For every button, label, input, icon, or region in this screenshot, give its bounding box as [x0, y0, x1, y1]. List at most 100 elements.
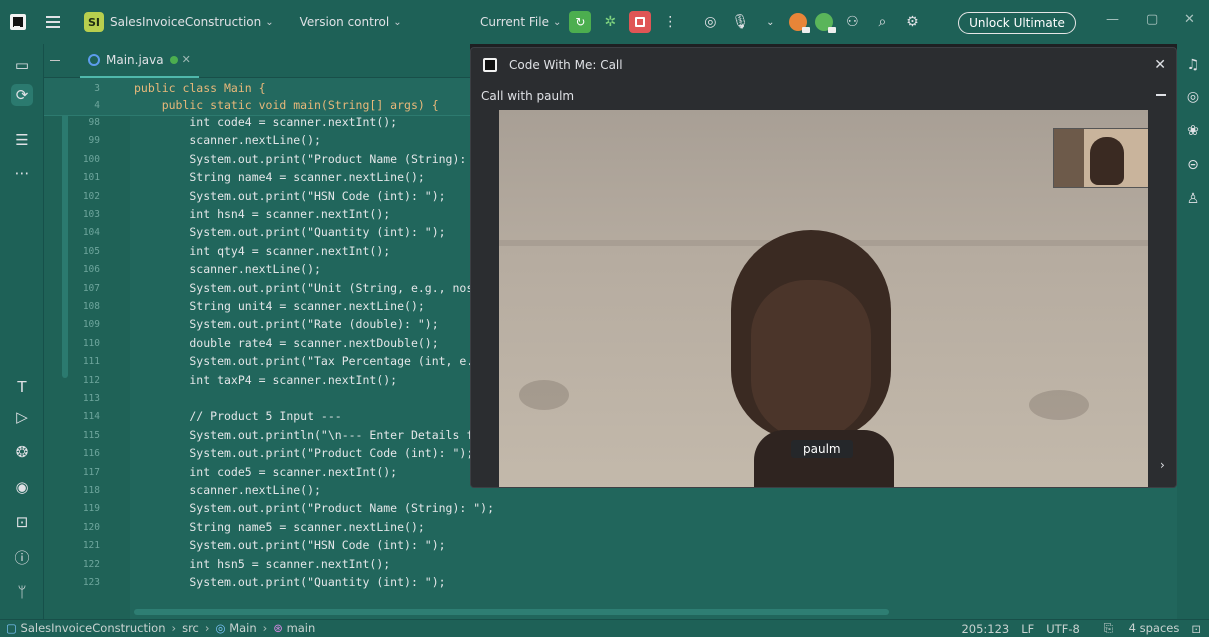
line-number: 113 — [82, 393, 100, 404]
breadcrumb-src[interactable]: src — [182, 621, 199, 635]
code-with-me-icon[interactable]: ◎ — [699, 11, 721, 33]
line-number: 123 — [82, 577, 100, 588]
status-bar: ▢ SalesInvoiceConstruction › src › ◎ Mai… — [0, 619, 1209, 637]
line-number: 102 — [82, 190, 100, 202]
module-icon: ▢ — [6, 621, 21, 635]
caret-position[interactable]: 205:123 — [961, 622, 1009, 636]
indent-setting[interactable]: ⎘ 4 spaces — [1092, 621, 1180, 636]
line-number: 121 — [82, 540, 100, 552]
line-number: 108 — [82, 301, 100, 312]
stop-icon — [635, 17, 646, 27]
code-text: double rate4 = scanner.nextDouble(); — [134, 335, 439, 350]
structure-icon[interactable]: ☰ — [11, 129, 33, 151]
method-icon: ⊛ — [273, 621, 287, 635]
add-user-icon[interactable]: ♙ — [1182, 188, 1204, 210]
unlock-ultimate-button[interactable]: Unlock Ultimate — [958, 12, 1076, 34]
code-text: // Product 5 Input --- — [134, 409, 342, 424]
ai-assistant-icon[interactable]: ◎ — [1182, 86, 1204, 108]
add-user-icon[interactable]: ⚇ — [841, 11, 863, 33]
status-indicators: 205:123 LF UTF-8 ⎘ 4 spaces ⊡ — [949, 621, 1201, 636]
wall-stain — [519, 380, 569, 410]
minimize-icon[interactable] — [1156, 94, 1166, 96]
minimize-icon[interactable]: — — [1106, 12, 1119, 27]
version-control-menu[interactable]: Version control ⌄ — [300, 15, 402, 29]
line-separator[interactable]: LF — [1021, 622, 1034, 636]
debug-icon[interactable]: ✲ — [599, 11, 621, 33]
line-number: 118 — [82, 485, 100, 496]
line-number: 114 — [82, 411, 100, 423]
close-icon[interactable]: ✕ — [1184, 12, 1195, 27]
code-text: String name4 = scanner.nextLine(); — [134, 170, 425, 185]
remote-participant-face — [751, 280, 871, 440]
line-number: 122 — [82, 558, 100, 570]
search-icon[interactable]: ⌕ — [871, 11, 893, 33]
close-icon[interactable]: ✕ — [1154, 57, 1166, 73]
lock-icon[interactable]: ⊡ — [1191, 622, 1201, 636]
run-config-label: Current File — [480, 15, 549, 29]
code-text: int hsn4 = scanner.nextInt(); — [134, 207, 391, 221]
breadcrumb-class[interactable]: Main — [229, 621, 256, 635]
project-selector[interactable]: SalesInvoiceConstruction ⌄ — [110, 15, 274, 29]
code-line[interactable]: 123 System.out.print("Quantity (int): ")… — [44, 574, 1177, 592]
intellij-logo-icon[interactable] — [10, 14, 26, 30]
project-badge[interactable]: SI — [84, 12, 104, 32]
code-text: System.out.print("Quantity (int): "); — [134, 225, 446, 240]
breadcrumb-method[interactable]: main — [287, 621, 316, 635]
self-view-person — [1090, 137, 1124, 185]
stop-button[interactable] — [629, 11, 652, 33]
editor-tab-bar: Main.java ✕ — [44, 44, 470, 78]
avatar[interactable] — [789, 13, 811, 33]
horizontal-scrollbar[interactable] — [134, 609, 889, 615]
tab-main-java[interactable]: Main.java ✕ — [80, 44, 199, 78]
avatar[interactable] — [815, 13, 837, 33]
chevron-right-icon[interactable]: › — [1160, 458, 1165, 472]
code-text: System.out.print("HSN Code (int): "); — [134, 538, 446, 553]
chevron-down-icon[interactable]: ⌄ — [759, 11, 781, 33]
call-header: Code With Me: Call — [471, 48, 1176, 82]
file-encoding[interactable]: UTF-8 — [1046, 622, 1080, 636]
right-tool-strip: ♫ ◎ ❀ ⊝ ♙ — [1177, 44, 1209, 619]
microphone-icon[interactable]: 🎙︎ — [729, 11, 751, 33]
code-line[interactable]: 120 String name5 = scanner.nextLine(); — [44, 519, 1177, 537]
code-line[interactable]: 121 System.out.print("HSN Code (int): ")… — [44, 537, 1177, 555]
collapse-icon[interactable] — [50, 59, 60, 62]
text-tool-icon[interactable]: T — [11, 376, 33, 398]
left-tool-strip: ▭ ⟳ ☰ ⋯ T ▷ ❂ ◉ ⊡ ⓘ ᛘ — [0, 44, 44, 619]
breadcrumb-project[interactable]: SalesInvoiceConstruction — [21, 621, 166, 635]
code-text: System.out.print("Quantity (int): "); — [134, 575, 446, 589]
problems-icon[interactable]: ⓘ — [11, 546, 33, 568]
line-number: 3 — [94, 83, 100, 94]
run-config-selector[interactable]: Current File ⌄ — [480, 15, 561, 29]
more-tools-icon[interactable]: ⋯ — [11, 162, 33, 184]
terminal-icon[interactable]: ⊡ — [11, 511, 33, 533]
code-line[interactable]: 122 int hsn5 = scanner.nextInt(); — [44, 556, 1177, 574]
code-text: System.out.print("Product Code (int): ")… — [134, 446, 474, 461]
main-menu-icon[interactable] — [46, 16, 60, 28]
gear-icon[interactable]: ⚙ — [901, 11, 923, 33]
version-control-label: Version control — [299, 15, 390, 29]
run-icon[interactable]: ▷ — [11, 406, 33, 428]
services-icon[interactable]: ❂ — [11, 441, 33, 463]
history-icon[interactable]: ⊝ — [1182, 154, 1204, 176]
call-title: Code With Me: Call — [509, 58, 623, 72]
code-with-me-session-icon[interactable]: ⟳ — [11, 84, 33, 106]
notifications-icon[interactable]: ♫ — [1182, 54, 1204, 76]
maximize-icon[interactable]: ▢ — [1146, 12, 1158, 27]
close-icon[interactable]: ✕ — [182, 53, 191, 66]
code-line[interactable]: 119 System.out.print("Product Name (Stri… — [44, 500, 1177, 518]
code-text: int taxP4 = scanner.nextInt(); — [134, 372, 398, 387]
rerun-button[interactable]: ↻ — [569, 11, 592, 33]
git-icon[interactable]: ᛘ — [11, 581, 33, 603]
play-circle-icon[interactable]: ◉ — [11, 476, 33, 498]
chevron-right-icon: › — [204, 621, 210, 635]
self-view-background — [1054, 129, 1084, 187]
self-view-video[interactable] — [1053, 128, 1161, 188]
line-number: 106 — [82, 264, 100, 276]
copilot-icon[interactable]: ❀ — [1182, 120, 1204, 142]
line-number: 99 — [88, 135, 100, 147]
remote-video: paulm — [499, 110, 1148, 487]
more-actions-icon[interactable]: ⋮ — [659, 11, 681, 33]
chevron-down-icon: ⌄ — [265, 16, 274, 28]
folder-icon[interactable]: ▭ — [11, 54, 33, 76]
java-class-icon — [88, 53, 100, 66]
